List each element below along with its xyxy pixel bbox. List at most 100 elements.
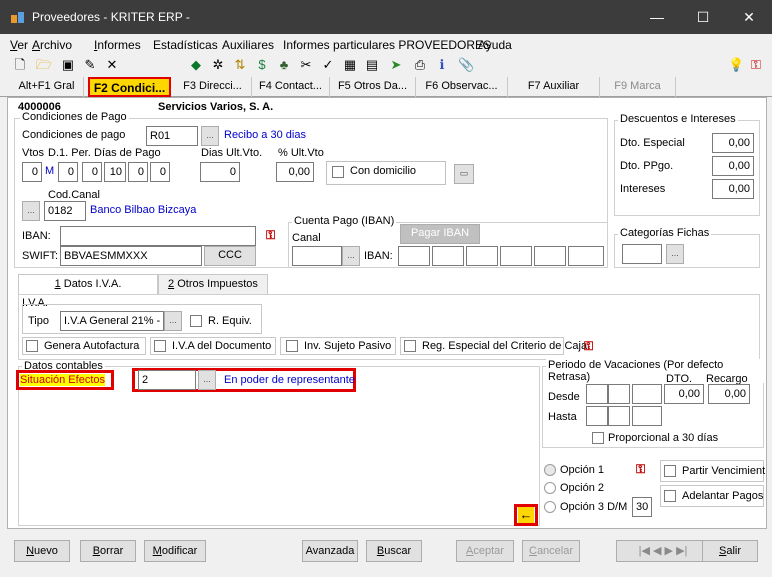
cond-pago-input[interactable]: R01 <box>146 126 198 146</box>
buscar-button[interactable]: Buscar <box>366 540 422 562</box>
ccc-button[interactable]: CCC <box>204 246 256 266</box>
delete-icon[interactable]: ✕ <box>104 57 120 73</box>
grid-icon[interactable]: ▦ <box>342 57 358 73</box>
filter-icon[interactable]: ◆ <box>188 57 204 73</box>
iva-doc-checkbox[interactable] <box>154 340 166 352</box>
back-arrow-icon[interactable]: ← <box>518 507 534 523</box>
pagar-iban-button[interactable]: Pagar IBAN <box>400 224 480 244</box>
situacion-input[interactable]: 2 <box>138 370 196 390</box>
borrar-button[interactable]: Borrar <box>80 540 136 562</box>
tab-contactos[interactable]: F4 Contact... <box>252 77 330 97</box>
aceptar-button[interactable]: Aceptar <box>456 540 514 562</box>
report-icon[interactable]: ▤ <box>364 57 380 73</box>
iban2-part-1[interactable] <box>398 246 430 266</box>
chart-icon[interactable]: ✂ <box>298 57 314 73</box>
cond-pago-lookup-button[interactable]: ... <box>201 126 219 146</box>
tipo-iva-lookup[interactable]: ... <box>164 311 182 331</box>
tab-direcciones[interactable]: F3 Direcci... <box>174 77 252 97</box>
desde-dia[interactable] <box>586 384 608 404</box>
situacion-link[interactable]: En poder de representante <box>224 374 355 386</box>
cancelar-button[interactable]: Cancelar <box>522 540 580 562</box>
tab-marca[interactable]: F9 Marca <box>600 77 676 97</box>
tab-otros-datos[interactable]: F5 Otros Da... <box>330 77 416 97</box>
first-record-icon[interactable]: |◀ <box>639 545 650 557</box>
d1per-input[interactable]: 0 <box>58 162 78 182</box>
edit-icon[interactable]: ✎ <box>82 57 98 73</box>
inv-sujeto-checkbox[interactable] <box>286 340 298 352</box>
menu-auxiliares[interactable]: Auxiliares <box>222 38 274 52</box>
menu-informes-particulares[interactable]: Informes particulares PROVEEDORES <box>283 38 491 52</box>
calendar-button[interactable]: ▭ <box>454 164 474 184</box>
maximize-button[interactable]: ☐ <box>680 0 726 34</box>
tab-general[interactable]: Alt+F1 Gral <box>10 77 84 97</box>
menu-ayuda[interactable]: Ayuda <box>478 38 512 52</box>
pct-ult-vto-input[interactable]: 0,00 <box>276 162 314 182</box>
dias-pago-1[interactable]: 0 <box>82 162 102 182</box>
menu-informes[interactable]: Informes <box>94 38 141 52</box>
tipo-iva-input[interactable]: I.V.A General 21% - 2 <box>60 311 164 331</box>
proporcional-checkbox[interactable] <box>592 432 604 444</box>
desde-mes[interactable] <box>608 384 630 404</box>
tab-observaciones[interactable]: F6 Observac... <box>416 77 508 97</box>
categorias-input[interactable] <box>622 244 662 264</box>
close-button[interactable]: ✕ <box>726 0 772 34</box>
iban-key-icon[interactable]: ⚿ <box>266 228 275 243</box>
lightbulb-icon[interactable]: 💡 <box>728 57 744 73</box>
next-record-icon[interactable]: ▶ <box>665 545 673 557</box>
key-icon[interactable]: ⚿ <box>748 57 764 73</box>
vtos-input[interactable]: 0 <box>22 162 42 182</box>
modificar-button[interactable]: Modificar <box>144 540 206 562</box>
money-icon[interactable]: $ <box>254 57 270 73</box>
tab-condiciones[interactable]: F2 Condici... <box>88 77 171 97</box>
canal-name-link[interactable]: Banco Bilbao Bizcaya <box>90 204 196 216</box>
opcion1-radio[interactable] <box>544 464 556 476</box>
dias-pago-4[interactable]: 0 <box>150 162 170 182</box>
salir-button[interactable]: Salir <box>702 540 758 562</box>
cuenta-canal-lookup[interactable]: ... <box>342 246 360 266</box>
adelantar-checkbox[interactable] <box>664 490 676 502</box>
last-record-icon[interactable]: ▶| <box>676 545 687 557</box>
canal-lookup-button[interactable]: ... <box>22 201 40 221</box>
dto-especial-input[interactable]: 0,00 <box>712 133 754 153</box>
dias-pago-3[interactable]: 0 <box>128 162 148 182</box>
tab-datos-iva[interactable]: 1 Datos I.V.A. <box>18 274 158 294</box>
cond-pago-link[interactable]: Recibo a 30 dias <box>224 129 306 141</box>
dias-pago-2[interactable]: 10 <box>104 162 126 182</box>
dto-ppgo-input[interactable]: 0,00 <box>712 156 754 176</box>
menu-estadisticas[interactable]: Estadísticas <box>153 38 218 52</box>
iban-input[interactable] <box>60 226 256 246</box>
tools-icon[interactable]: ✲ <box>210 57 226 73</box>
sort-icon[interactable]: ⇅ <box>232 57 248 73</box>
vac-dto-input[interactable]: 0,00 <box>664 384 704 404</box>
hasta-dia[interactable] <box>586 406 608 426</box>
avanzada-button[interactable]: Avanzada <box>302 540 358 562</box>
iban2-part-4[interactable] <box>500 246 532 266</box>
partir-checkbox[interactable] <box>664 465 676 477</box>
menu-archivo[interactable]: Archivo <box>32 38 72 52</box>
opcion2-radio[interactable] <box>544 482 556 494</box>
tab-auxiliar[interactable]: F7 Auxiliar <box>508 77 600 97</box>
attach-icon[interactable]: 📎 <box>458 57 474 73</box>
iban2-part-5[interactable] <box>534 246 566 266</box>
vac-recargo-input[interactable]: 0,00 <box>708 384 750 404</box>
autofactura-checkbox[interactable] <box>26 340 38 352</box>
requiv-checkbox[interactable] <box>190 315 202 327</box>
menu-ver[interactable]: Ver <box>10 38 28 52</box>
opcion3-radio[interactable] <box>544 501 556 513</box>
new-document-icon[interactable]: 🗋 <box>12 57 28 73</box>
opcion3-input[interactable]: 30 <box>632 497 652 517</box>
tab-otros-impuestos[interactable]: 2 Otros Impuestos <box>158 274 268 294</box>
reg-especial-key-icon[interactable]: ⚿ <box>584 339 593 354</box>
people-icon[interactable]: ♣ <box>276 57 292 73</box>
desde-anio[interactable] <box>632 384 662 404</box>
export-icon[interactable]: ➤ <box>388 57 404 73</box>
dias-ult-vto-input[interactable]: 0 <box>200 162 240 182</box>
iban2-part-2[interactable] <box>432 246 464 266</box>
iban2-part-6[interactable] <box>568 246 604 266</box>
situacion-lookup[interactable]: ... <box>198 370 216 390</box>
minimize-button[interactable]: — <box>634 0 680 34</box>
check-icon[interactable]: ✓ <box>320 57 336 73</box>
print-icon[interactable]: ⎙ <box>412 57 428 73</box>
hasta-anio[interactable] <box>632 406 662 426</box>
canal-code-input[interactable]: 0182 <box>44 201 86 221</box>
